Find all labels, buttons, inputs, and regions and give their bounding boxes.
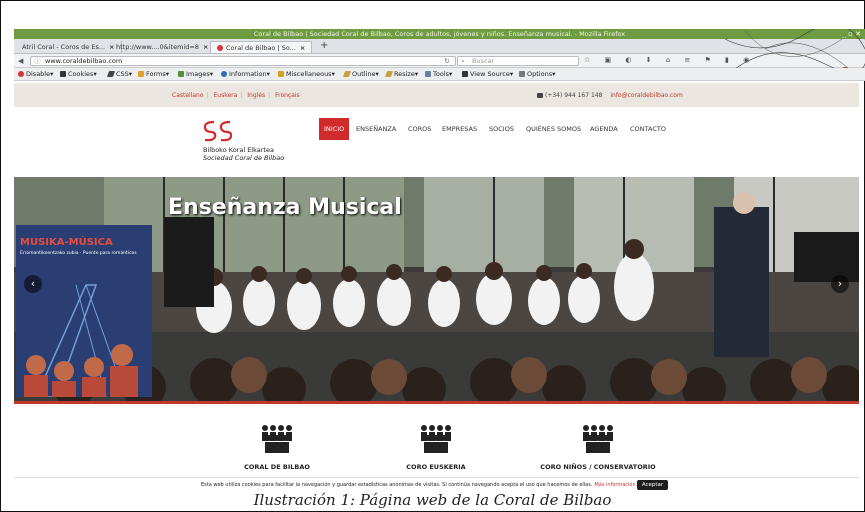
cookie-banner: Esta web utiliza cookies para facilitar …: [14, 477, 859, 491]
choir-label: CORAL DE BILBAO: [244, 463, 310, 471]
devtool-images[interactable]: Images▾: [178, 70, 213, 78]
menu-inicio[interactable]: INICIO: [319, 118, 350, 140]
lang-ingles[interactable]: Inglés: [247, 92, 265, 99]
new-tab-button[interactable]: +: [320, 40, 328, 51]
forms-icon: [138, 71, 144, 77]
lang-francais[interactable]: Fronçais: [275, 92, 300, 99]
poster-art-icon: [24, 284, 138, 397]
choir-card-coro-ninos[interactable]: CORO NIÑOS / CONSERVATORIO: [538, 423, 658, 471]
devtool-resize[interactable]: Resize▾: [384, 70, 418, 78]
tools-icon: [425, 71, 431, 77]
devtool-information[interactable]: Information▾: [221, 70, 270, 78]
menu-agenda[interactable]: AGENDA: [585, 118, 623, 140]
url-bar[interactable]: ⓘ www.coraldebilbao.com: [30, 56, 456, 66]
top-info-strip: Castellano | Euskera | Inglés | Fronçais (+…: [14, 83, 859, 107]
devtool-miscellaneous[interactable]: Miscellaneous▾: [278, 70, 335, 78]
choir-card-coro-euskeria[interactable]: CORO EUSKERIA: [376, 423, 496, 471]
cookie-message: Esta web utiliza cookies para facilitar …: [201, 482, 637, 488]
devtool-css[interactable]: CSS▾: [106, 70, 132, 78]
devtool-disable[interactable]: Disable▾: [18, 70, 53, 78]
search-placeholder: Buscar: [472, 57, 495, 65]
tab-label: http://www....0&itemid=8: [116, 43, 199, 51]
close-icon[interactable]: ×: [203, 43, 208, 51]
phone-icon: [537, 93, 543, 98]
info-icon[interactable]: ⓘ: [34, 57, 41, 66]
concert-poster: MUSIKA-MÚSICA Erromantikoentzako zubia ·…: [16, 225, 152, 397]
misc-icon: [278, 71, 284, 77]
choir-icon: [583, 425, 613, 453]
reload-icon[interactable]: ↻: [440, 56, 454, 66]
pencil-icon: [106, 71, 116, 77]
logo-text-basque: Bilboko Koral Elkartea: [203, 146, 274, 154]
choir-icon: [262, 425, 292, 453]
email-link[interactable]: info@coraldebilbao.com: [610, 92, 682, 99]
view-source-icon: [462, 71, 468, 77]
cookie-text: Esta web utiliza cookies para facilitar …: [201, 482, 593, 488]
choir-card-coral-de-bilbao[interactable]: CORAL DE BILBAO: [217, 423, 337, 471]
tab-label: Coral de Bilbao | So...: [226, 44, 296, 52]
menu-socios[interactable]: SOCIOS: [484, 118, 519, 140]
menu-coros[interactable]: COROS: [403, 118, 436, 140]
menu-empresas[interactable]: EMPRESAS: [437, 118, 482, 140]
devtool-options[interactable]: Options▾: [519, 70, 555, 78]
logo-text-spanish: Sociedad Coral de Bilbao: [203, 154, 285, 162]
back-icon[interactable]: ◀: [18, 57, 23, 65]
lang-euskera[interactable]: Euskera: [213, 92, 237, 99]
url-text: www.coraldebilbao.com: [45, 57, 123, 65]
tab-itemid[interactable]: http://www....0&itemid=8 ×: [110, 41, 216, 53]
tab-bar: Atril Coral - Coros de Es... × http://www…: [14, 39, 865, 54]
website-viewport: Castellano | Euskera | Inglés | Fronçais (+…: [14, 83, 859, 481]
disable-icon: [18, 71, 24, 77]
hero-title: Enseñanza Musical: [168, 195, 402, 220]
browser-toolbar-icons[interactable]: ☆ ▣ ◐ ⬇ ⌂ ≡ ⚑ ▮ ◉: [584, 56, 755, 64]
cookie-accept-button[interactable]: Aceptar: [637, 480, 668, 490]
choir-icon: [421, 425, 451, 453]
web-developer-toolbar: Disable▾ Cookies▾ CSS▾ Forms▾ Images▾ In…: [14, 68, 865, 81]
choirs-section: CORAL DE BILBAO CORO EUSKERIA CORO NIÑOS…: [14, 413, 859, 481]
outline-icon: [342, 71, 352, 77]
cookie-icon: [60, 71, 66, 77]
devtool-tools[interactable]: Tools▾: [425, 70, 452, 78]
devtool-cookies[interactable]: Cookies▾: [60, 70, 97, 78]
language-selector: Castellano | Euskera | Inglés | Fronçais: [172, 92, 300, 99]
devtool-outline[interactable]: Outline▾: [342, 70, 379, 78]
window-controls[interactable]: _ ▫ ✕: [842, 29, 861, 39]
cookie-more-info-link[interactable]: Más información.: [594, 482, 637, 488]
hero-slider: MUSIKA-MÚSICA Erromantikoentzako zubia ·…: [14, 177, 859, 401]
slider-next-button[interactable]: ›: [831, 275, 849, 293]
phone-number: (+34) 944 167 148: [545, 92, 603, 99]
window-titlebar: Coral de Bilbao | Sociedad Coral de Bilb…: [14, 29, 865, 39]
favicon-icon: [217, 45, 223, 51]
devtool-forms[interactable]: Forms▾: [138, 70, 169, 78]
options-icon: [519, 71, 525, 77]
tab-atril-coral[interactable]: Atril Coral - Coros de Es... ×: [16, 41, 122, 53]
window-title: Coral de Bilbao | Sociedad Coral de Bilb…: [253, 30, 626, 38]
resize-icon: [384, 71, 394, 77]
search-icon: ⌕: [461, 57, 465, 65]
close-icon[interactable]: ×: [300, 44, 305, 52]
tab-coral-de-bilbao[interactable]: Coral de Bilbao | So... ×: [210, 41, 313, 53]
devtool-view-source[interactable]: View Source▾: [462, 70, 513, 78]
figure-caption: Ilustración 1: Página web de la Coral de…: [253, 491, 612, 509]
coral-logo-icon: [203, 120, 232, 142]
choir-label: CORO EUSKERIA: [406, 463, 466, 471]
contact-info: (+34) 944 167 148 info@coraldebilbao.com: [537, 92, 683, 99]
search-input[interactable]: ⌕ Buscar: [457, 56, 579, 66]
navigation-bar: ◀ ⓘ www.coraldebilbao.com ↻ ⌕ Buscar ☆ ▣…: [14, 54, 865, 68]
hero-divider: [14, 401, 859, 404]
lang-castellano[interactable]: Castellano: [172, 92, 204, 99]
images-icon: [178, 71, 184, 77]
choir-label: CORO NIÑOS / CONSERVATORIO: [540, 463, 656, 471]
info-icon: [221, 71, 227, 77]
menu-contacto[interactable]: CONTACTO: [625, 118, 671, 140]
menu-ensenanza[interactable]: ENSEÑANZA: [351, 118, 401, 140]
slider-prev-button[interactable]: ‹: [24, 275, 42, 293]
tab-label: Atril Coral - Coros de Es...: [22, 43, 106, 51]
menu-quienes-somos[interactable]: QUIÉNES SOMOS: [521, 118, 586, 140]
